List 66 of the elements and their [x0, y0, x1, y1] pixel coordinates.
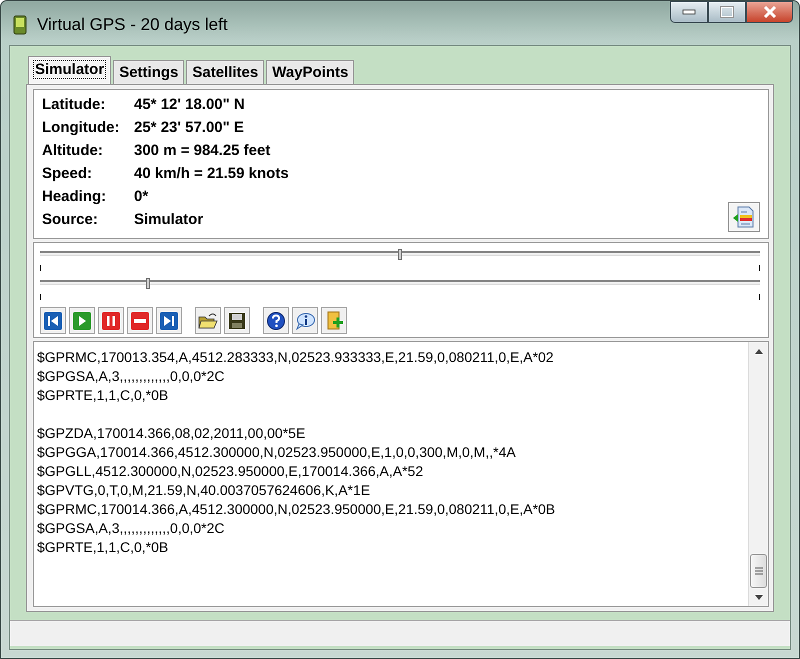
- slider-thumb[interactable]: [398, 249, 402, 260]
- field-value: 45* 12' 18.00" N: [134, 95, 245, 115]
- maximize-button[interactable]: [708, 1, 746, 23]
- close-button[interactable]: [746, 1, 793, 23]
- skip-back-button[interactable]: [40, 307, 66, 334]
- open-button[interactable]: [195, 307, 221, 334]
- stop-button[interactable]: [127, 307, 153, 334]
- field-value: Simulator: [134, 210, 204, 230]
- log-line: $GPGSA,A,3,,,,,,,,,,,,,0,0,0*2C: [37, 367, 226, 386]
- log-line: $GPRTE,1,1,C,0,*0B: [37, 386, 170, 405]
- field-label: Latitude:: [42, 95, 106, 115]
- scroll-down-icon: [754, 594, 762, 600]
- scroll-thumb[interactable]: [750, 554, 767, 588]
- skip-forward-button[interactable]: [156, 307, 182, 334]
- field-label: Altitude:: [42, 141, 104, 161]
- minimize-button[interactable]: [670, 1, 708, 23]
- export-button[interactable]: [728, 202, 760, 232]
- tab[interactable]: WayPoints: [266, 60, 354, 84]
- grip-icon: [754, 567, 762, 575]
- tick-mark: [759, 294, 760, 300]
- log-line: $GPVTG,0,T,0,M,21.59,N,40.0037057624606,K,A*1E: [37, 481, 372, 500]
- pause-icon: [101, 310, 121, 330]
- add-button[interactable]: [321, 307, 347, 334]
- info-button[interactable]: [292, 307, 318, 334]
- close-icon: [762, 6, 776, 18]
- field-value: 0*: [134, 187, 148, 207]
- play-icon: [72, 310, 92, 330]
- pause-button[interactable]: [98, 307, 124, 334]
- log-line: $GPRMC,170014.366,A,4512.300000,N,02523.950000,E,21.59,0,080211,0,E,A*0B: [37, 500, 556, 519]
- log-line: $GPGGA,170014.366,4512.300000,N,02523.950000,E,1,0,0,300,M,0,M,,*4A: [37, 443, 517, 462]
- field-label: Heading:: [42, 187, 108, 207]
- field-value: 25* 23' 57.00" E: [134, 118, 244, 138]
- slider-thumb[interactable]: [146, 278, 150, 289]
- stop-icon: [130, 310, 150, 330]
- field-label: Longitude:: [42, 118, 120, 138]
- log-line: $GPRMC,170013.354,A,4512.283333,N,02523.933333,E,21.59,0,080211,0,E,A*02: [37, 348, 555, 367]
- scroll-up-icon: [754, 348, 762, 354]
- log-area[interactable]: [33, 341, 769, 607]
- info-bubble-icon: [295, 310, 315, 330]
- scrollbar[interactable]: [748, 342, 768, 606]
- skip-back-icon: [43, 310, 63, 330]
- tick-mark: [40, 294, 41, 300]
- help-button[interactable]: [263, 307, 289, 334]
- gps-device-icon: [13, 15, 27, 35]
- folder-icon: [198, 310, 218, 330]
- minimize-icon: [682, 9, 696, 15]
- play-button[interactable]: [69, 307, 95, 334]
- log-line: $GPZDA,170014.366,08,02,2011,00,00*5E: [37, 424, 306, 443]
- log-line: $GPGLL,4512.300000,N,02523.950000,E,170014.366,A,A*52: [37, 462, 424, 481]
- help-icon: [266, 310, 286, 330]
- tab[interactable]: Settings: [113, 60, 184, 84]
- log-line: $GPRTE,1,1,C,0,*0B: [37, 538, 170, 557]
- log-line: $GPGSA,A,3,,,,,,,,,,,,,0,0,0*2C: [37, 519, 226, 538]
- maximize-icon: [720, 6, 734, 18]
- field-value: 40 km/h = 21.59 knots: [134, 164, 289, 184]
- field-label: Speed:: [42, 164, 94, 184]
- tick-mark: [759, 265, 760, 271]
- tab[interactable]: Satellites: [186, 60, 264, 84]
- skip-forward-icon: [159, 310, 179, 330]
- document-arrow-icon: [732, 205, 756, 229]
- window-title: Virtual GPS - 20 days left: [37, 15, 228, 35]
- tick-mark: [40, 265, 41, 271]
- tab[interactable]: Simulator: [28, 56, 112, 84]
- field-value: 300 m = 984.25 feet: [134, 141, 270, 161]
- save-button[interactable]: [224, 307, 250, 334]
- field-label: Source:: [42, 210, 99, 230]
